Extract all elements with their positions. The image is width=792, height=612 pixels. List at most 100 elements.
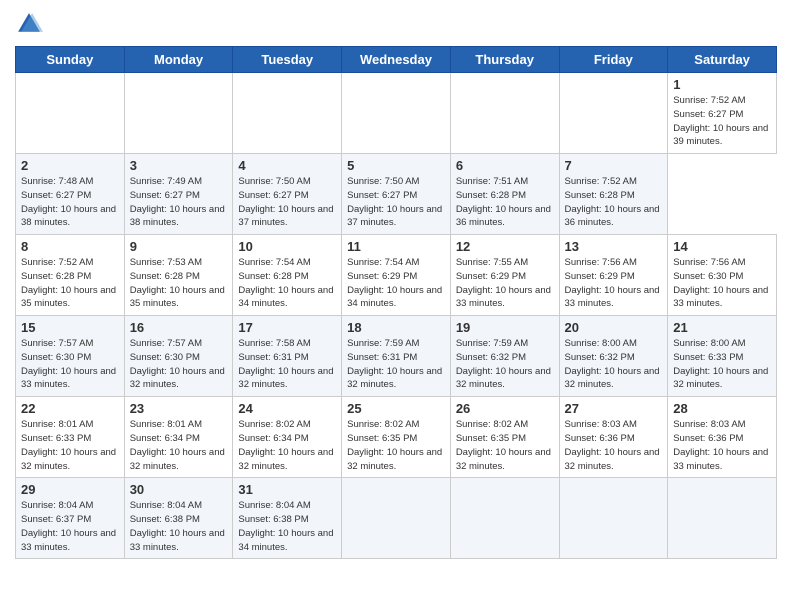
sunrise-label: Sunrise:	[130, 257, 168, 268]
calendar-day: 11 Sunrise: 7:54 AM Sunset: 6:29 PM Dayl…	[342, 235, 451, 316]
day-number: 29	[21, 482, 119, 497]
sunset-value: 6:27 PM	[273, 190, 308, 201]
daylight-label: Daylight:	[21, 447, 61, 458]
daylight-label: Daylight:	[238, 447, 278, 458]
day-detail: Sunrise: 7:59 AM Sunset: 6:32 PM Dayligh…	[456, 337, 554, 392]
sunset-value: 6:36 PM	[708, 433, 743, 444]
day-number: 27	[565, 401, 663, 416]
sunrise-value: 8:00 AM	[602, 338, 637, 349]
sunrise-value: 7:50 AM	[276, 176, 311, 187]
sunrise-value: 8:01 AM	[167, 419, 202, 430]
weekday-header: Wednesday	[342, 47, 451, 73]
daylight-label: Daylight:	[238, 366, 278, 377]
daylight-label: Daylight:	[565, 447, 605, 458]
sunrise-label: Sunrise:	[238, 419, 276, 430]
sunset-label: Sunset:	[565, 190, 600, 201]
daylight-label: Daylight:	[238, 528, 278, 539]
sunset-value: 6:30 PM	[56, 352, 91, 363]
sunset-value: 6:28 PM	[273, 271, 308, 282]
sunrise-label: Sunrise:	[130, 419, 168, 430]
calendar-day	[342, 73, 451, 154]
sunset-value: 6:28 PM	[56, 271, 91, 282]
page-header	[15, 10, 777, 38]
day-detail: Sunrise: 8:04 AM Sunset: 6:37 PM Dayligh…	[21, 499, 119, 554]
weekday-header: Friday	[559, 47, 668, 73]
sunrise-value: 8:02 AM	[493, 419, 528, 430]
sunset-value: 6:28 PM	[165, 271, 200, 282]
day-number: 22	[21, 401, 119, 416]
calendar-day: 30 Sunrise: 8:04 AM Sunset: 6:38 PM Dayl…	[124, 478, 233, 559]
day-number: 28	[673, 401, 771, 416]
day-detail: Sunrise: 7:52 AM Sunset: 6:27 PM Dayligh…	[673, 94, 771, 149]
sunset-value: 6:27 PM	[708, 109, 743, 120]
sunset-label: Sunset:	[238, 514, 273, 525]
day-detail: Sunrise: 7:57 AM Sunset: 6:30 PM Dayligh…	[130, 337, 228, 392]
sunset-value: 6:35 PM	[491, 433, 526, 444]
daylight-label: Daylight:	[21, 285, 61, 296]
sunset-label: Sunset:	[456, 271, 491, 282]
calendar-day: 17 Sunrise: 7:58 AM Sunset: 6:31 PM Dayl…	[233, 316, 342, 397]
sunset-value: 6:31 PM	[382, 352, 417, 363]
daylight-label: Daylight:	[456, 285, 496, 296]
day-number: 25	[347, 401, 445, 416]
sunrise-label: Sunrise:	[238, 176, 276, 187]
logo-icon	[15, 10, 43, 38]
day-detail: Sunrise: 7:50 AM Sunset: 6:27 PM Dayligh…	[347, 175, 445, 230]
calendar-day	[233, 73, 342, 154]
sunrise-label: Sunrise:	[347, 338, 385, 349]
sunrise-value: 7:58 AM	[276, 338, 311, 349]
daylight-label: Daylight:	[347, 447, 387, 458]
sunset-label: Sunset:	[347, 352, 382, 363]
calendar-day: 27 Sunrise: 8:03 AM Sunset: 6:36 PM Dayl…	[559, 397, 668, 478]
day-number: 12	[456, 239, 554, 254]
day-number: 19	[456, 320, 554, 335]
sunset-label: Sunset:	[347, 271, 382, 282]
day-number: 3	[130, 158, 228, 173]
sunrise-label: Sunrise:	[238, 257, 276, 268]
page-container: SundayMondayTuesdayWednesdayThursdayFrid…	[0, 0, 792, 567]
sunrise-label: Sunrise:	[347, 176, 385, 187]
day-detail: Sunrise: 8:01 AM Sunset: 6:33 PM Dayligh…	[21, 418, 119, 473]
day-detail: Sunrise: 8:04 AM Sunset: 6:38 PM Dayligh…	[130, 499, 228, 554]
sunset-value: 6:34 PM	[273, 433, 308, 444]
sunset-value: 6:28 PM	[491, 190, 526, 201]
calendar-day: 16 Sunrise: 7:57 AM Sunset: 6:30 PM Dayl…	[124, 316, 233, 397]
sunset-value: 6:35 PM	[382, 433, 417, 444]
day-number: 17	[238, 320, 336, 335]
sunrise-value: 7:57 AM	[59, 338, 94, 349]
calendar-day	[342, 478, 451, 559]
sunrise-label: Sunrise:	[673, 338, 711, 349]
daylight-label: Daylight:	[130, 285, 170, 296]
day-number: 8	[21, 239, 119, 254]
daylight-label: Daylight:	[238, 285, 278, 296]
day-detail: Sunrise: 8:02 AM Sunset: 6:35 PM Dayligh…	[347, 418, 445, 473]
day-number: 26	[456, 401, 554, 416]
sunset-label: Sunset:	[456, 190, 491, 201]
calendar-day: 3 Sunrise: 7:49 AM Sunset: 6:27 PM Dayli…	[124, 154, 233, 235]
daylight-label: Daylight:	[673, 447, 713, 458]
sunrise-label: Sunrise:	[565, 257, 603, 268]
sunrise-label: Sunrise:	[673, 419, 711, 430]
day-number: 1	[673, 77, 771, 92]
day-detail: Sunrise: 7:51 AM Sunset: 6:28 PM Dayligh…	[456, 175, 554, 230]
sunrise-value: 8:03 AM	[711, 419, 746, 430]
sunset-value: 6:32 PM	[599, 352, 634, 363]
sunset-label: Sunset:	[565, 433, 600, 444]
calendar-day: 13 Sunrise: 7:56 AM Sunset: 6:29 PM Dayl…	[559, 235, 668, 316]
sunrise-value: 7:48 AM	[59, 176, 94, 187]
sunrise-value: 7:54 AM	[385, 257, 420, 268]
sunrise-label: Sunrise:	[565, 176, 603, 187]
sunrise-label: Sunrise:	[456, 419, 494, 430]
day-number: 7	[565, 158, 663, 173]
sunset-label: Sunset:	[21, 190, 56, 201]
sunrise-value: 7:59 AM	[385, 338, 420, 349]
sunrise-label: Sunrise:	[238, 338, 276, 349]
sunset-label: Sunset:	[238, 271, 273, 282]
sunrise-value: 7:49 AM	[167, 176, 202, 187]
day-detail: Sunrise: 7:56 AM Sunset: 6:29 PM Dayligh…	[565, 256, 663, 311]
calendar-day: 10 Sunrise: 7:54 AM Sunset: 6:28 PM Dayl…	[233, 235, 342, 316]
daylight-label: Daylight:	[673, 123, 713, 134]
sunrise-value: 8:02 AM	[385, 419, 420, 430]
calendar-day	[559, 478, 668, 559]
sunrise-label: Sunrise:	[21, 500, 59, 511]
